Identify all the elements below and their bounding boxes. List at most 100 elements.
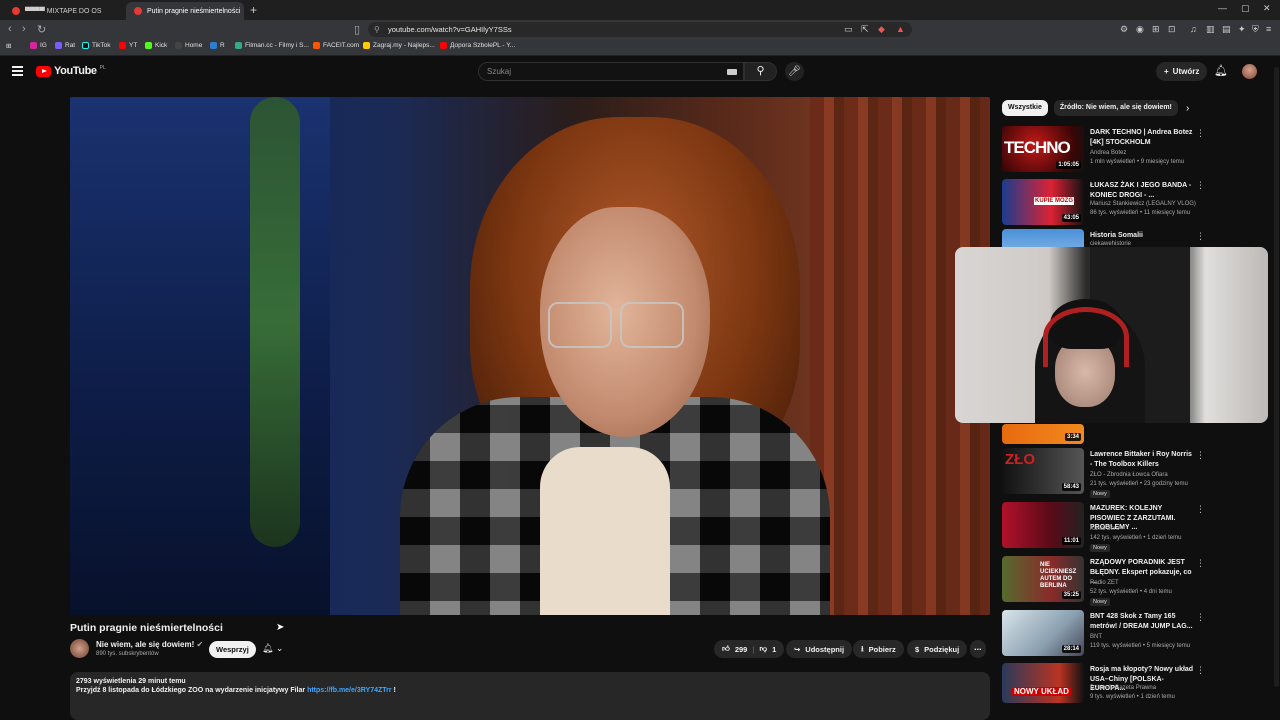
video-thumbnail[interactable]: NOWY UKŁAD	[1002, 663, 1084, 703]
extension-icon[interactable]: ⚙	[1120, 24, 1128, 35]
bookmark-tiktok[interactable]: TikTok	[82, 42, 111, 49]
cast-icon[interactable]: ▭	[844, 24, 853, 35]
create-button[interactable]: + Utwórz	[1156, 62, 1208, 81]
back-icon[interactable]: ‹	[8, 23, 12, 35]
music-icon[interactable]: ♫	[1190, 24, 1197, 34]
forward-icon[interactable]: ›	[22, 23, 26, 35]
list-item[interactable]: NIE UCIEKNIESZ AUTEM DO BERLINA 35:25 RZĄ…	[1002, 556, 1198, 606]
dislike-count[interactable]: 1	[772, 645, 776, 654]
video-thumbnail[interactable]: TECHNO 1:05:05	[1002, 126, 1084, 172]
keyboard-icon[interactable]	[727, 69, 737, 75]
linkedin-icon	[210, 42, 217, 49]
close-window-icon[interactable]: ✕	[1263, 3, 1271, 14]
bookmark-faceit[interactable]: FACEIT.com	[313, 42, 359, 49]
minimize-icon[interactable]: —	[1218, 3, 1227, 13]
channel-avatar[interactable]	[70, 639, 89, 658]
like-count[interactable]: 299	[735, 645, 748, 654]
more-vertical-icon[interactable]: ⋮	[1196, 665, 1205, 676]
bookmark-icon[interactable]: ▯	[354, 23, 360, 36]
rewards-icon[interactable]: ▲	[896, 24, 905, 34]
list-item[interactable]: KUPIE MÓZG 43:05 ŁUKASZ ŻAK I JEGO BANDA…	[1002, 179, 1198, 229]
video-thumbnail[interactable]: 28:14	[1002, 610, 1084, 656]
browser-tab-1[interactable]: ▀▀▀▀ MIXTAPE DO OS	[4, 2, 122, 20]
list-item[interactable]: ZŁO 58:43 Lawrence Bittaker i Roy Norris…	[1002, 448, 1198, 498]
more-vertical-icon[interactable]: ⋮	[1196, 180, 1205, 191]
list-item[interactable]: NOWY UKŁAD Rosja ma kłopoty? Nowy układ …	[1002, 663, 1198, 703]
list-item[interactable]: Historia Somalii ciekawehistorie	[1002, 229, 1198, 247]
bookmark-ig[interactable]: IG	[30, 42, 47, 49]
voice-search-icon[interactable]: 🎤︎	[785, 62, 804, 81]
download-button[interactable]: ⭳ Pobierz	[853, 640, 904, 658]
extension-icon[interactable]: ◉	[1136, 24, 1144, 35]
list-item[interactable]: 3:34	[1002, 420, 1198, 444]
video-thumbnail[interactable]: KUPIE MÓZG 43:05	[1002, 179, 1084, 225]
chip-all[interactable]: Wszystkie	[1002, 100, 1048, 116]
youtube-logo[interactable]: YouTube PL	[36, 65, 106, 77]
filman-icon	[235, 42, 242, 49]
thanks-button[interactable]: $ Podziękuj	[907, 640, 968, 658]
more-vertical-icon[interactable]: ⋮	[1196, 612, 1205, 623]
like-icon[interactable]: 👍︎	[722, 644, 730, 654]
search-button[interactable]: ⚲	[744, 62, 777, 81]
browser-tab-2[interactable]: Putin pragnie nieśmiertelności ✕	[126, 2, 244, 20]
page-scrollbar[interactable]	[1273, 57, 1280, 720]
more-vertical-icon[interactable]: ⋮	[1196, 450, 1205, 461]
video-player[interactable]	[70, 97, 990, 615]
sidebar-icon[interactable]: ▥	[1206, 24, 1215, 35]
share-button[interactable]: ↪ Udostępnij	[786, 640, 853, 658]
apps-icon[interactable]: ⊞	[6, 42, 11, 50]
bookmark-yt[interactable]: YT	[119, 42, 137, 49]
vpn-icon[interactable]: ⛨	[1252, 24, 1259, 35]
chevron-right-icon[interactable]: ›	[1186, 103, 1189, 114]
bookmark-zagraj[interactable]: Zagraj.my - Najleps...	[363, 42, 435, 49]
bookmark-kick[interactable]: Kick	[145, 42, 167, 49]
extension-icon[interactable]: ⊞	[1152, 24, 1160, 35]
site-info-icon[interactable]: ⚲	[374, 22, 380, 37]
extension-icon[interactable]: ⊡	[1168, 24, 1176, 35]
support-button[interactable]: Wesprzyj	[209, 641, 256, 658]
video-thumbnail[interactable]: ZŁO 58:43	[1002, 448, 1084, 494]
bookmark-filman[interactable]: Filman.cc - Filmy i S...	[235, 42, 309, 49]
url-field[interactable]: ⚲ youtube.com/watch?v=GAHIlyY7SSs	[368, 22, 912, 37]
list-item[interactable]: TECHNO 1:05:05 DARK TECHNO | Andrea Bote…	[1002, 126, 1198, 176]
video-thumbnail[interactable]: NIE UCIEKNIESZ AUTEM DO BERLINA 35:25	[1002, 556, 1084, 602]
brave-shield-icon[interactable]: ◆	[878, 24, 885, 35]
bookmark-home[interactable]: Home	[175, 42, 202, 49]
extensions-icon[interactable]: ✦	[1238, 24, 1246, 35]
share-icon[interactable]: ⇱	[861, 24, 869, 35]
more-vertical-icon[interactable]: ⋮	[1196, 231, 1205, 242]
channel-name[interactable]: Nie wiem, ale się dowiem! ✔︎	[96, 640, 203, 649]
description-link[interactable]: https://fb.me/e/3RY74ZTrr	[307, 687, 392, 694]
maximize-icon[interactable]: ▢	[1241, 3, 1250, 14]
new-tab-icon[interactable]: +	[250, 3, 257, 17]
video-thumbnail[interactable]: 11:01	[1002, 502, 1084, 548]
youtube-play-icon	[36, 65, 51, 77]
reload-icon[interactable]: ↻	[37, 23, 46, 36]
video-thumbnail[interactable]: 3:34	[1002, 424, 1084, 444]
more-vertical-icon[interactable]: ⋮	[1196, 128, 1205, 139]
more-vertical-icon[interactable]: ⋮	[1196, 504, 1205, 515]
subscription-bell-icon[interactable]: 🔔︎ ⌄	[262, 643, 283, 654]
list-item[interactable]: 11:01 MAZUREK: KOLEJNY PISOWIEC Z ZARZUT…	[1002, 502, 1198, 552]
instagram-icon	[30, 42, 37, 49]
notifications-icon[interactable]: 🔔︎	[1214, 64, 1228, 77]
webcam-overlay	[955, 247, 1268, 423]
chip-source[interactable]: Źródło: Nie wiem, ale się dowiem!	[1053, 100, 1178, 116]
more-actions-button[interactable]: ⋯	[970, 640, 986, 658]
tab-label: Putin pragnie nieśmiertelności	[147, 7, 241, 15]
user-avatar[interactable]	[1242, 64, 1257, 79]
description-meta: 2793 wyświetlenia 29 minut temu	[76, 678, 186, 685]
menu-hamburger-icon[interactable]	[12, 66, 23, 78]
dislike-icon[interactable]: 👎︎	[759, 644, 767, 654]
bookmark-r[interactable]: R	[210, 42, 225, 49]
search-input[interactable]: Szukaj	[478, 62, 744, 81]
video-thumbnail[interactable]	[1002, 229, 1084, 247]
zagraj-icon	[363, 42, 370, 49]
bookmark-doroga[interactable]: Дорога SzbolePL - Y...	[440, 42, 515, 49]
menu-icon[interactable]: ≡	[1266, 24, 1271, 34]
list-item[interactable]: 28:14 BNT 428 Skok z Tamy 165 metrów! / …	[1002, 610, 1198, 660]
more-vertical-icon[interactable]: ⋮	[1196, 558, 1205, 569]
wallet-icon[interactable]: ▤	[1222, 24, 1231, 35]
video-description[interactable]: 2793 wyświetlenia 29 minut temu Przyjdź …	[70, 672, 990, 720]
bookmark-rat[interactable]: Rat	[55, 42, 75, 49]
